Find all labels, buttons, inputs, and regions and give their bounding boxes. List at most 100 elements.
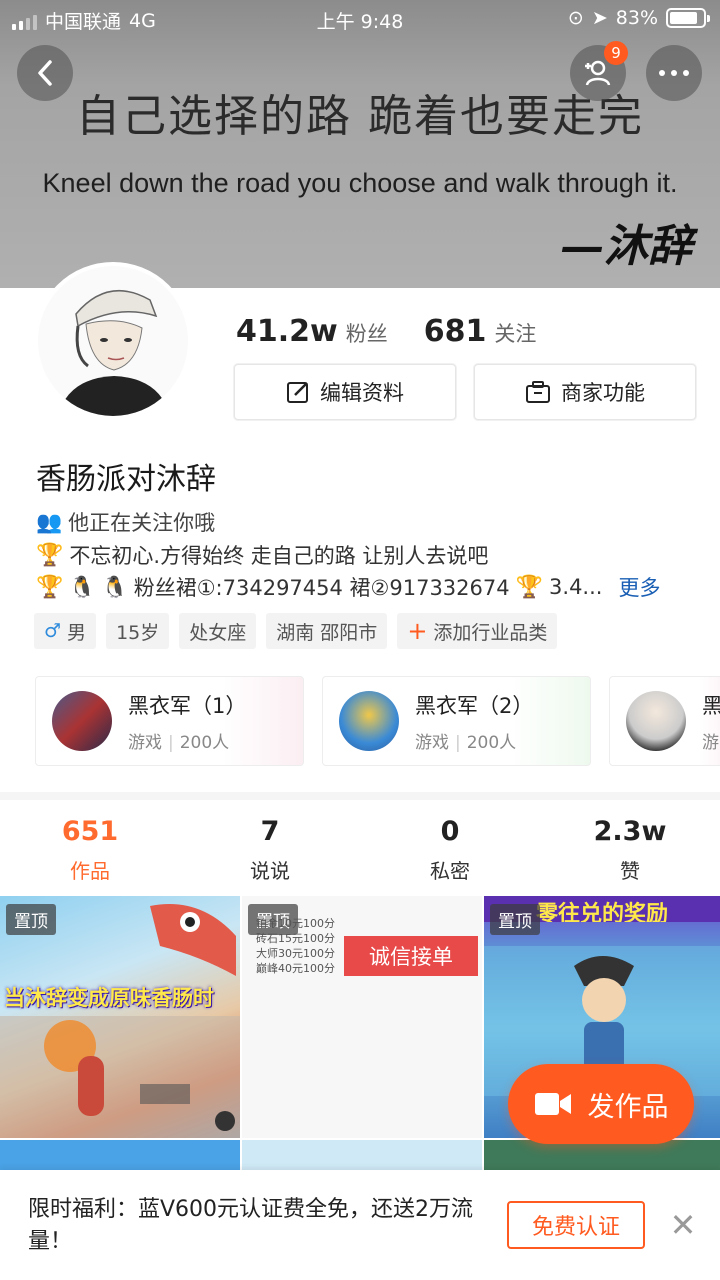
profile-nickname: 香肠派对沐辞 (36, 462, 216, 497)
group-avatar (626, 691, 686, 751)
fans-label[interactable]: 粉丝 (346, 318, 388, 348)
group-category: 游戏 (415, 732, 449, 753)
tab-count: 0 (440, 816, 460, 847)
tab-private[interactable]: 0 私密 (360, 800, 540, 892)
tab-posts[interactable]: 7 说说 (180, 800, 360, 892)
tab-count: 2.3w (593, 816, 667, 847)
group-card[interactable]: 黑衣军（1） 游戏 | 200人 (35, 676, 304, 766)
edit-icon (287, 382, 308, 403)
tab-likes[interactable]: 2.3w 赞 (540, 800, 720, 892)
tab-label: 私密 (430, 859, 470, 883)
video-thumbnail[interactable] (0, 1140, 240, 1170)
plus-icon: + (407, 617, 428, 645)
group-name: 黑衣军（2） (415, 693, 534, 718)
avatar-illustration (38, 266, 188, 416)
publish-label: 发作品 (587, 1091, 669, 1123)
edit-profile-label: 编辑资料 (320, 381, 404, 405)
penguin-icon: 🐧 (69, 574, 96, 599)
bio-text-2: 粉丝裙①:734297454 裙②917332674 (133, 576, 510, 600)
location-tag: 湖南 邵阳市 (266, 613, 388, 649)
add-industry-tag[interactable]: + 添加行业品类 (397, 613, 558, 649)
profile-screen: 中国联通 4G 上午 9:48 ⊙ ➤ 83% 自己选择的路 跪着也要走完 Kn… (0, 0, 720, 1280)
penguin-icon: 🐧 (101, 574, 128, 599)
following-count[interactable]: 681 (424, 314, 487, 349)
banner-english-text: Kneel down the road you choose and walk … (42, 168, 678, 198)
group-members: 200人 (179, 732, 230, 753)
more-options-button[interactable] (646, 45, 702, 101)
tab-label: 赞 (620, 859, 640, 883)
add-friend-button[interactable]: 9 (570, 41, 628, 101)
battery-icon (666, 8, 710, 28)
location-icon: ➤ (591, 7, 608, 29)
price-item: 大师30元100分 (256, 947, 335, 960)
back-button[interactable] (17, 45, 73, 101)
video-caption: 当沐辞变成原味香肠时 (4, 986, 214, 1010)
tab-label: 作品 (70, 859, 110, 883)
group-meta: 游戏 | 200人 (128, 732, 230, 753)
group-avatar (52, 691, 112, 751)
fans-count[interactable]: 41.2w (236, 314, 338, 349)
banner-signature: —沐辞 (560, 221, 692, 272)
group-name: 黑 (702, 693, 720, 718)
bio-text-2-tail: 3.4... (549, 575, 603, 599)
close-icon[interactable]: ✕ (666, 1206, 700, 1244)
bio-more-link[interactable]: 更多 (618, 572, 660, 602)
status-right: ⊙ ➤ 83% (567, 7, 710, 29)
publish-button[interactable]: 发作品 (508, 1064, 694, 1144)
group-category: 游 (702, 732, 719, 753)
video-thumbnail[interactable] (484, 1140, 720, 1170)
group-category: 游戏 (128, 732, 162, 753)
gender-text: 男 (67, 621, 87, 644)
more-dots-icon (659, 70, 689, 76)
group-card[interactable]: 黑 游 (609, 676, 720, 766)
business-features-label: 商家功能 (561, 381, 645, 405)
follow-stats: 41.2w 粉丝 681 关注 (236, 314, 564, 349)
honest-order-banner: 诚信接单 (344, 936, 478, 976)
group-meta: 游 (702, 728, 720, 753)
back-arrow-icon (38, 60, 52, 86)
promo-bar: 限时福利：蓝V600元认证费全免，还送2万流量！ 免费认证 ✕ (0, 1170, 720, 1280)
rotation-lock-icon: ⊙ (567, 7, 584, 29)
zodiac-tag: 处女座 (179, 613, 257, 649)
male-icon: ♂ (44, 620, 62, 642)
tab-label: 说说 (250, 859, 290, 883)
profile-avatar[interactable] (34, 262, 192, 420)
video-thumbnail[interactable] (242, 1140, 482, 1170)
bio-line-1: 🏆 不忘初心.方得始终 走自己的路 让别人去说吧 (36, 540, 488, 570)
free-verify-button[interactable]: 免费认证 (507, 1201, 645, 1249)
group-meta: 游戏 | 200人 (415, 732, 517, 753)
video-thumbnail[interactable]: 置顶 铂金10元100分 砖石15元100分 大师30元100分 巅峰40元10… (242, 896, 482, 1138)
group-name: 黑衣军（1） (128, 693, 247, 718)
status-bar: 中国联通 4G 上午 9:48 ⊙ ➤ 83% (0, 0, 720, 38)
group-card[interactable]: 黑衣军（2） 游戏 | 200人 (322, 676, 591, 766)
briefcase-icon (526, 381, 550, 403)
battery-percent: 83% (615, 7, 658, 29)
price-item: 砖石15元100分 (256, 932, 335, 945)
group-avatar (339, 691, 399, 751)
friend-request-badge: 9 (604, 41, 628, 65)
edit-profile-button[interactable]: 编辑资料 (234, 364, 456, 420)
profile-banner[interactable]: 中国联通 4G 上午 9:48 ⊙ ➤ 83% 自己选择的路 跪着也要走完 Kn… (0, 0, 720, 288)
group-members: 200人 (466, 732, 517, 753)
price-item: 铂金10元100分 (256, 917, 335, 930)
promo-text: 限时福利：蓝V600元认证费全免，还送2万流量！ (28, 1197, 474, 1254)
tab-works[interactable]: 651 作品 (0, 800, 180, 892)
pinned-badge: 置顶 (490, 904, 540, 935)
follows-you-text: 他正在关注你哦 (68, 511, 216, 535)
price-list: 铂金10元100分 砖石15元100分 大师30元100分 巅峰40元100分 (256, 916, 335, 976)
video-camera-icon (534, 1093, 571, 1115)
tab-count: 651 (61, 816, 119, 847)
price-item: 巅峰40元100分 (256, 962, 335, 975)
mutual-users-icon: 👥 (36, 509, 63, 534)
add-industry-text: 添加行业品类 (433, 621, 548, 644)
content-tabs: 651 作品 7 说说 0 私密 2.3w 赞 (0, 792, 720, 892)
gender-tag: ♂ 男 (34, 613, 97, 649)
trophy-icon: 🏆 (515, 574, 544, 600)
bio-line-2: 🏆 🐧 🐧 粉丝裙①:734297454 裙②917332674 🏆 3.4..… (36, 572, 660, 602)
bio-text-1: 不忘初心.方得始终 走自己的路 让别人去说吧 (69, 544, 489, 568)
battery-fill (670, 12, 697, 24)
following-label[interactable]: 关注 (494, 318, 536, 348)
trophy-icon: 🏆 (36, 542, 64, 568)
business-features-button[interactable]: 商家功能 (474, 364, 696, 420)
video-thumbnail[interactable]: 置顶 当沐辞变成原味香肠时 (0, 896, 240, 1138)
